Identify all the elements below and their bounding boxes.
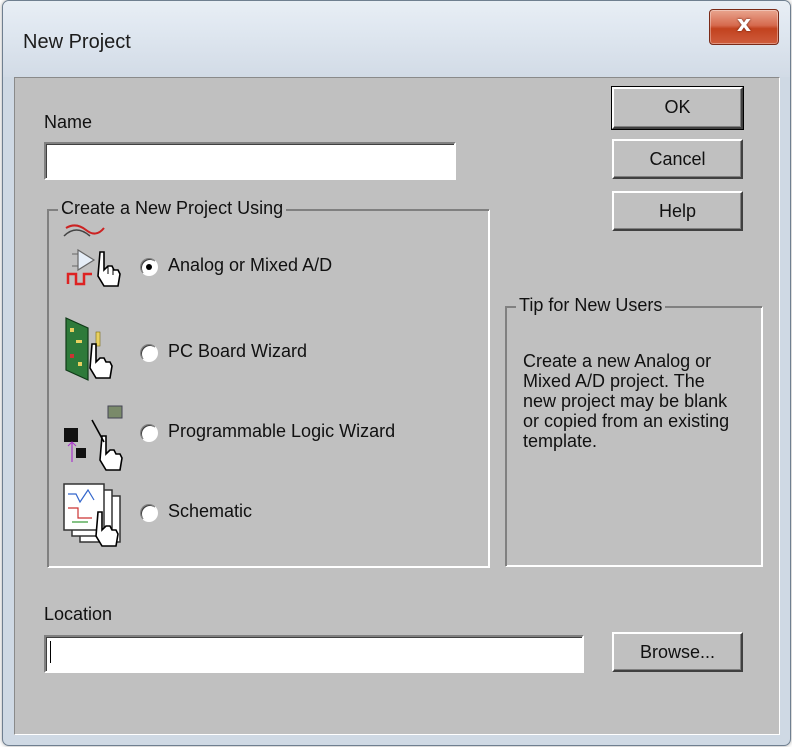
schematic-pages-icon — [58, 482, 128, 552]
option-analog-label[interactable]: Analog or Mixed A/D — [168, 255, 332, 276]
option-pcb-label[interactable]: PC Board Wizard — [168, 341, 307, 362]
cancel-button[interactable]: Cancel — [612, 139, 743, 179]
text-caret — [50, 641, 51, 663]
title-bar[interactable]: New Project x — [3, 1, 790, 77]
tip-group-legend: Tip for New Users — [516, 295, 666, 316]
tip-line: or copied from an existing — [523, 411, 730, 431]
close-icon: x — [736, 12, 752, 37]
new-project-window: New Project x Name OK Cancel Help Create… — [2, 0, 791, 746]
create-group-legend: Create a New Project Using — [58, 198, 287, 219]
browse-button[interactable]: Browse... — [612, 632, 743, 672]
ok-button[interactable]: OK — [611, 86, 744, 130]
window-title: New Project — [23, 31, 131, 53]
help-button[interactable]: Help — [612, 191, 743, 231]
radio-pcb[interactable] — [140, 344, 158, 362]
tip-line: template. — [523, 431, 598, 451]
tip-text: Create a new Analog or Mixed A/D project… — [523, 351, 748, 451]
create-project-group: Create a New Project Using Analog or Mix… — [47, 198, 490, 568]
name-input[interactable] — [44, 142, 456, 180]
radio-programmable-logic[interactable] — [140, 424, 158, 442]
location-label: Location — [44, 604, 113, 624]
option-schematic-label[interactable]: Schematic — [168, 501, 252, 522]
analog-circuit-icon — [58, 222, 124, 292]
tip-line: Mixed A/D project. The — [523, 371, 705, 391]
tip-group: Tip for New Users Create a new Analog or… — [505, 295, 763, 567]
dialog-client-area: Name OK Cancel Help Create a New Project… — [14, 77, 780, 735]
close-button[interactable]: x — [709, 9, 779, 45]
name-label: Name — [44, 112, 93, 132]
tip-line: Create a new Analog or — [523, 351, 712, 371]
pcb-board-icon — [58, 314, 124, 384]
radio-selected-dot — [146, 264, 152, 270]
radio-analog[interactable] — [140, 258, 158, 276]
location-input[interactable] — [44, 635, 584, 673]
programmable-logic-icon — [58, 402, 128, 472]
tip-line: new project may be blank — [523, 391, 728, 411]
radio-schematic[interactable] — [140, 504, 158, 522]
option-programmable-logic-label[interactable]: Programmable Logic Wizard — [168, 421, 395, 442]
